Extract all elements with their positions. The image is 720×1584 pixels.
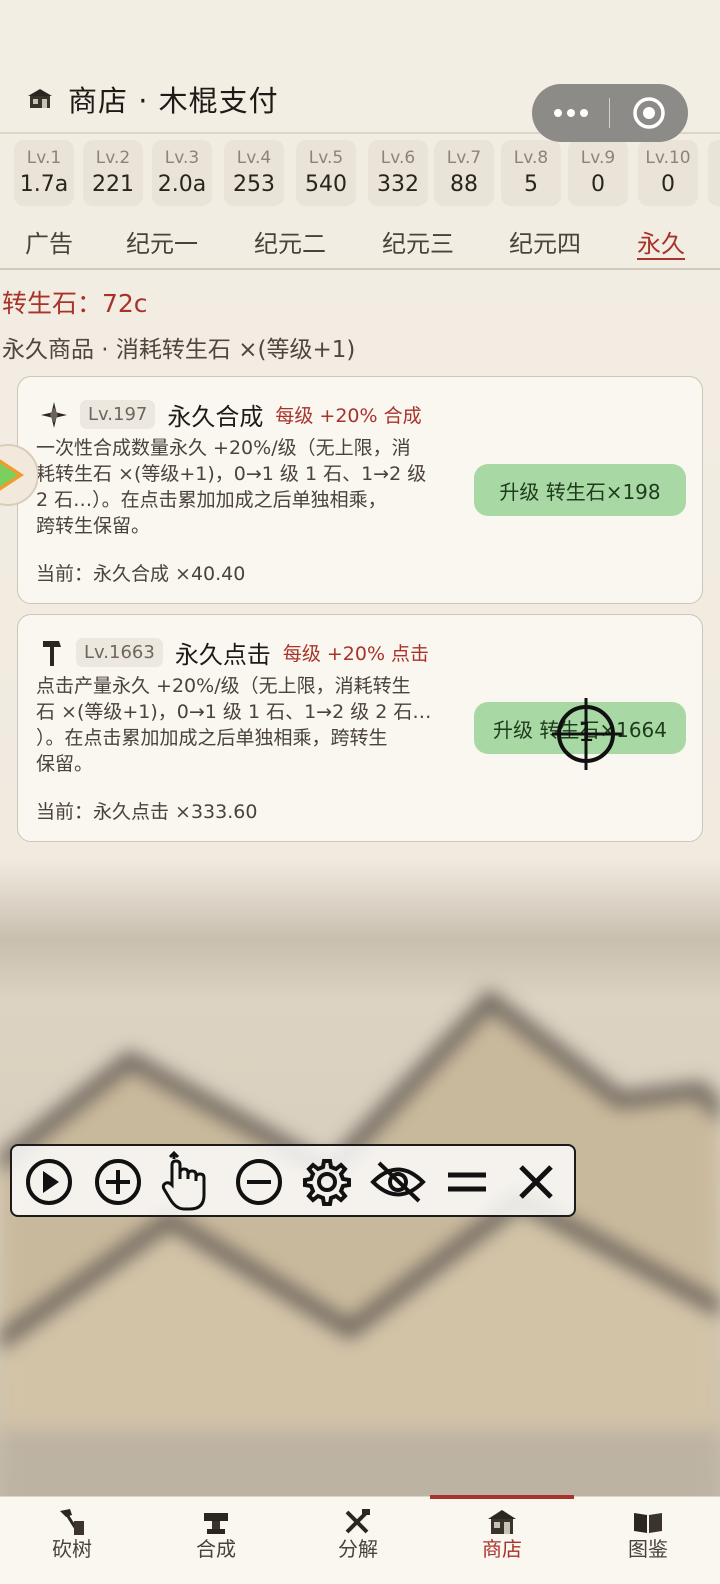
compass-star-icon — [41, 401, 67, 428]
level-cell: Lv.1 1.7a — [14, 140, 74, 206]
close-miniprogram-button[interactable] — [610, 84, 687, 142]
tab-era-one[interactable]: 纪元一 — [126, 224, 198, 259]
tab-ads[interactable]: 广告 — [25, 224, 73, 259]
menu-button[interactable] — [440, 1155, 494, 1209]
bottom-navigation: 砍树 合成 分解 商店 图鉴 — [0, 1495, 720, 1584]
crosshair-cursor: 1 — [552, 698, 622, 772]
section-subtitle: 永久商品 · 消耗转生石 ×(等级+1) — [2, 337, 356, 363]
automation-toolbar — [10, 1144, 576, 1217]
level-badge: Lv.197 — [80, 400, 156, 429]
item-name: 永久合成 — [167, 403, 264, 431]
item-effect: 每级 +20% 点击 — [282, 643, 430, 665]
nav-item-shop[interactable]: 商店 — [430, 1495, 574, 1584]
gear-icon — [303, 1159, 351, 1206]
floating-video-badge-icon[interactable] — [0, 430, 38, 520]
item-description: 点击产量永久 +20%/级（无上限，消耗转生 石 ×(等级+1)，0→1 级 1… — [36, 675, 432, 775]
remove-button[interactable] — [232, 1155, 286, 1209]
level-cell: Lv.9 0 — [568, 140, 628, 206]
record-icon — [632, 97, 665, 129]
play-icon — [26, 1159, 72, 1205]
tap-button[interactable] — [160, 1151, 214, 1211]
tab-era-four[interactable]: 纪元四 — [509, 224, 581, 259]
level-cell: Lv.6 332 — [368, 140, 428, 206]
item-name: 永久点击 — [174, 641, 271, 669]
nav-item-chop[interactable]: 砍树 — [0, 1497, 144, 1584]
top-bar: 商店 · 木棍支付 — [0, 0, 720, 142]
level-cell-partial — [708, 140, 720, 206]
category-tabs: 广告 纪元一 纪元二 纪元三 纪元四 永久 — [0, 218, 720, 270]
level-cell: Lv.4 253 — [224, 140, 284, 206]
equals-icon — [448, 1172, 486, 1192]
hammer-icon — [43, 640, 61, 666]
plus-circle-icon — [95, 1159, 141, 1205]
close-icon — [519, 1165, 553, 1199]
nav-item-collection[interactable]: 图鉴 — [576, 1497, 720, 1584]
minus-circle-icon — [236, 1159, 282, 1205]
tab-era-two[interactable]: 纪元二 — [254, 224, 326, 259]
tab-era-three[interactable]: 纪元三 — [382, 224, 454, 259]
play-button[interactable] — [22, 1155, 76, 1209]
tab-permanent[interactable]: 永久 — [637, 224, 685, 259]
level-cell: Lv.10 0 — [638, 140, 698, 206]
nav-item-decompose[interactable]: 分解 — [286, 1497, 430, 1584]
level-cell: Lv.3 2.0a — [152, 140, 212, 206]
shop-card-permanent-merge: Lv.197 永久合成 每级 +20% 合成 一次性合成数量永久 +20%/级（… — [17, 376, 703, 604]
rebirth-stone-balance: 转生石：72c — [2, 289, 148, 318]
tap-hand-icon — [161, 1151, 206, 1211]
more-button[interactable] — [532, 84, 609, 142]
level-badge: Lv.1663 — [76, 638, 163, 667]
crosshair-label: 1 — [578, 718, 595, 748]
level-strip: Lv.1 1.7a Lv.2 221 Lv.3 2.0a Lv.4 253 Lv.5 54… — [0, 132, 720, 212]
page-title: 商店 · 木棍支付 — [68, 84, 279, 118]
upgrade-button[interactable]: 升级 转生石×198 — [474, 464, 686, 516]
hide-button[interactable] — [368, 1155, 428, 1209]
nav-item-merge[interactable]: 合成 — [144, 1497, 288, 1584]
item-current-value: 当前：永久合成 ×40.40 — [36, 563, 246, 585]
miniprogram-capsule — [532, 84, 688, 142]
level-cell: Lv.7 88 — [434, 140, 494, 206]
shop-icon — [28, 89, 52, 108]
item-effect: 每级 +20% 合成 — [275, 405, 422, 427]
level-cell: Lv.5 540 — [296, 140, 356, 206]
settings-button[interactable] — [300, 1155, 354, 1209]
close-button[interactable] — [509, 1155, 563, 1209]
level-cell: Lv.8 5 — [501, 140, 561, 206]
header: 商店 · 木棍支付 — [26, 78, 279, 120]
item-current-value: 当前：永久点击 ×333.60 — [36, 801, 258, 823]
level-cell: Lv.2 221 — [83, 140, 143, 206]
eye-off-icon — [370, 1161, 426, 1203]
add-button[interactable] — [91, 1155, 145, 1209]
item-description: 一次性合成数量永久 +20%/级（无上限，消 耗转生石 ×(等级+1)，0→1 … — [36, 437, 427, 537]
